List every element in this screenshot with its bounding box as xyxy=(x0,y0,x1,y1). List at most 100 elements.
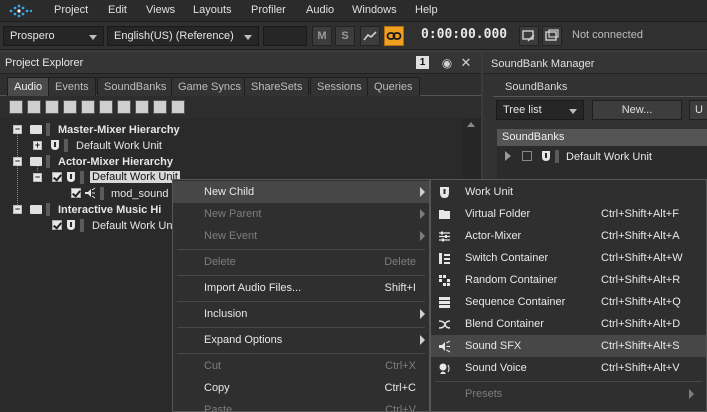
submenu-item-sound-voice[interactable]: Sound Voice Ctrl+Shift+Alt+V xyxy=(431,357,706,379)
collapse-icon[interactable]: − xyxy=(33,173,42,182)
language-select[interactable]: English(US) (Reference) xyxy=(107,26,259,46)
submenu-item-sound-sfx[interactable]: Sound SFX Ctrl+Shift+Alt+S xyxy=(431,335,706,357)
blend-container-icon xyxy=(438,320,451,329)
submenu-item-blend-container[interactable]: Blend Container Ctrl+Shift+Alt+D xyxy=(431,313,706,335)
remote-connect-button[interactable] xyxy=(519,26,539,46)
menu-item-label: Copy xyxy=(204,382,230,394)
menu-item-new-child[interactable]: New Child xyxy=(173,181,429,203)
collapse-icon[interactable]: − xyxy=(13,205,22,214)
inclusion-checkbox[interactable] xyxy=(52,220,62,230)
menu-project[interactable]: Project xyxy=(54,4,88,16)
menu-help[interactable]: Help xyxy=(415,4,438,16)
submenu-item-shortcut: Ctrl+Shift+Alt+D xyxy=(601,318,681,330)
help-icon[interactable]: 1 xyxy=(416,56,429,69)
inclusion-checkbox[interactable] xyxy=(522,151,532,161)
virtual-folder-icon xyxy=(439,210,450,219)
collapse-icon[interactable]: − xyxy=(13,125,22,134)
extra-button[interactable]: U xyxy=(689,100,707,120)
folder-tool-icon[interactable] xyxy=(27,100,41,114)
float-icon[interactable]: ◉ xyxy=(439,55,455,71)
expand-arrow-icon[interactable] xyxy=(505,151,511,161)
random-container-tool-icon[interactable] xyxy=(99,100,113,114)
tab-events[interactable]: Events xyxy=(48,77,96,96)
color-bar xyxy=(555,150,559,163)
tree-row[interactable]: + Default Work Unit xyxy=(0,138,462,154)
capture-button[interactable] xyxy=(542,26,562,46)
menu-layouts[interactable]: Layouts xyxy=(193,4,232,16)
inclusion-checkbox[interactable] xyxy=(52,172,62,182)
menu-item-inclusion[interactable]: Inclusion xyxy=(173,303,429,325)
link-button[interactable] xyxy=(384,26,404,46)
sound-sfx-tool-icon[interactable] xyxy=(153,100,167,114)
collapse-icon[interactable]: − xyxy=(13,157,22,166)
virtual-folder-tool-icon[interactable] xyxy=(45,100,59,114)
tree-label: mod_sound xyxy=(111,188,169,200)
context-menu: New Child New Parent New Event Delete De… xyxy=(172,179,430,412)
sound-voice-icon xyxy=(439,363,450,374)
menu-item-expand-options[interactable]: Expand Options xyxy=(173,329,429,351)
menu-audio[interactable]: Audio xyxy=(306,4,334,16)
solo-button[interactable]: S xyxy=(335,26,355,46)
curve-icon xyxy=(363,31,377,41)
menu-profiler[interactable]: Profiler xyxy=(251,4,286,16)
submenu-item-switch-container[interactable]: Switch Container Ctrl+Shift+Alt+W xyxy=(431,247,706,269)
platform-select[interactable]: Prospero xyxy=(3,26,104,46)
tab-sessions[interactable]: Sessions xyxy=(310,77,369,96)
menu-item-cut[interactable]: Cut Ctrl+X xyxy=(173,355,429,377)
menu-separator xyxy=(177,353,425,354)
menu-item-label: New Event xyxy=(204,230,258,242)
menu-edit[interactable]: Edit xyxy=(108,4,127,16)
menu-views[interactable]: Views xyxy=(146,4,175,16)
color-bar xyxy=(100,187,104,200)
tab-sharesets[interactable]: ShareSets xyxy=(244,77,310,96)
new-soundbank-button[interactable]: New... xyxy=(592,100,682,120)
submenu-item-presets[interactable]: Presets xyxy=(431,383,706,405)
submenu-item-shortcut: Ctrl+Shift+Alt+W xyxy=(601,252,683,264)
curve-button[interactable] xyxy=(360,26,380,46)
close-icon[interactable]: ✕ xyxy=(458,55,474,71)
submenu-arrow-icon xyxy=(420,187,425,197)
submenu-item-label: Work Unit xyxy=(465,186,514,198)
sound-voice-tool-icon[interactable] xyxy=(171,100,185,114)
menu-item-shortcut: Ctrl+V xyxy=(385,404,416,412)
color-bar xyxy=(46,123,50,136)
tree-row[interactable]: − Actor-Mixer Hierarchy xyxy=(0,154,462,170)
menu-item-delete[interactable]: Delete Delete xyxy=(173,251,429,273)
submenu-item-actor-mixer[interactable]: Actor-Mixer Ctrl+Shift+Alt+A xyxy=(431,225,706,247)
view-select[interactable]: Tree list xyxy=(496,100,584,120)
blend-container-tool-icon[interactable] xyxy=(135,100,149,114)
inclusion-checkbox[interactable] xyxy=(71,188,81,198)
submenu-item-work-unit[interactable]: Work Unit xyxy=(431,181,706,203)
tab-queries[interactable]: Queries xyxy=(367,77,420,96)
mute-button[interactable]: M xyxy=(312,26,332,46)
menu-bar: Project Edit Views Layouts Profiler Audi… xyxy=(0,0,707,22)
menu-item-import-audio-files[interactable]: Import Audio Files... Shift+I xyxy=(173,277,429,299)
tab-game-syncs[interactable]: Game Syncs xyxy=(171,77,248,96)
new-child-submenu: Work Unit Virtual Folder Ctrl+Shift+Alt+… xyxy=(430,179,707,412)
list-item[interactable]: Default Work Unit xyxy=(497,149,707,165)
submenu-item-random-container[interactable]: Random Container Ctrl+Shift+Alt+R xyxy=(431,269,706,291)
tab-soundbanks[interactable]: SoundBanks xyxy=(97,77,174,96)
submenu-item-shortcut: Ctrl+Shift+Alt+R xyxy=(601,274,681,286)
menu-item-new-event[interactable]: New Event xyxy=(173,225,429,247)
submenu-item-label: Blend Container xyxy=(465,318,544,330)
work-unit-tool-icon[interactable] xyxy=(9,100,23,114)
tab-audio[interactable]: Audio xyxy=(7,77,50,96)
tree-label: Default Work Unit xyxy=(90,171,180,183)
submenu-item-sequence-container[interactable]: Sequence Container Ctrl+Shift+Alt+Q xyxy=(431,291,706,313)
switch-container-tool-icon[interactable] xyxy=(81,100,95,114)
submenu-arrow-icon xyxy=(420,209,425,219)
menu-item-paste[interactable]: Paste Ctrl+V xyxy=(173,399,429,412)
menu-windows[interactable]: Windows xyxy=(352,4,397,16)
color-bar xyxy=(80,219,84,232)
menu-item-copy[interactable]: Copy Ctrl+C xyxy=(173,377,429,399)
menu-item-new-parent[interactable]: New Parent xyxy=(173,203,429,225)
tree-row[interactable]: − Master-Mixer Hierarchy xyxy=(0,122,462,138)
actor-mixer-tool-icon[interactable] xyxy=(63,100,77,114)
menu-separator xyxy=(177,327,425,328)
list-item-label: Default Work Unit xyxy=(566,151,652,163)
submenu-item-virtual-folder[interactable]: Virtual Folder Ctrl+Shift+Alt+F xyxy=(431,203,706,225)
sequence-container-tool-icon[interactable] xyxy=(117,100,131,114)
expand-icon[interactable]: + xyxy=(33,141,42,150)
scroll-up-icon[interactable] xyxy=(467,122,475,127)
